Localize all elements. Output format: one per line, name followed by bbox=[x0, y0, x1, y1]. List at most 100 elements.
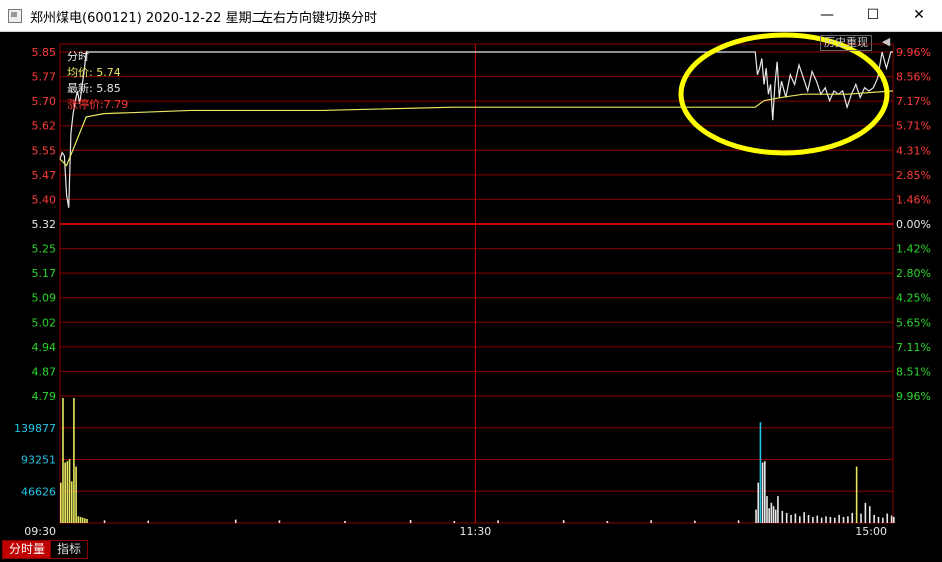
maximize-button[interactable]: ☐ bbox=[850, 0, 896, 31]
volume-bar bbox=[84, 518, 86, 523]
volume-bar bbox=[66, 461, 69, 523]
pct-tick-label: 4.31% bbox=[896, 144, 931, 157]
volume-bar bbox=[562, 520, 565, 523]
price-tick-label: 5.77 bbox=[32, 71, 57, 84]
volume-bar bbox=[798, 516, 801, 523]
volume-bar bbox=[759, 422, 762, 523]
volume-bar bbox=[820, 517, 823, 523]
volume-bar bbox=[70, 481, 73, 523]
price-line bbox=[59, 51, 893, 208]
time-label: 11:30 bbox=[460, 525, 492, 538]
pct-tick-label: 7.11% bbox=[896, 341, 931, 354]
app-icon bbox=[8, 9, 22, 23]
price-tick-label: 5.40 bbox=[32, 193, 57, 206]
volume-bar bbox=[234, 519, 237, 523]
volume-bar bbox=[737, 520, 740, 523]
price-tick-label: 5.32 bbox=[32, 218, 57, 231]
pct-tick-label: 8.56% bbox=[896, 71, 931, 84]
volume-bar bbox=[781, 510, 784, 523]
volume-bar bbox=[766, 496, 768, 523]
volume-bar bbox=[344, 520, 346, 523]
volume-bar bbox=[873, 514, 875, 523]
price-legend: 分时 均价: 5.74 最新: 5.85 涨停价:7.79 bbox=[60, 35, 128, 112]
pct-tick-label: 1.42% bbox=[896, 243, 931, 256]
volume-bar bbox=[807, 514, 810, 523]
price-tick-label: 5.55 bbox=[32, 144, 57, 157]
pct-tick-label: 7.17% bbox=[896, 95, 931, 108]
volume-bar bbox=[73, 398, 75, 523]
volume-bar bbox=[794, 513, 797, 523]
pct-tick-label: 9.96% bbox=[896, 390, 931, 403]
pct-tick-label: 2.80% bbox=[896, 267, 931, 280]
time-label: 15:00 bbox=[855, 525, 887, 538]
volume-bar bbox=[650, 520, 652, 523]
volume-bar bbox=[838, 514, 840, 523]
legend-latest-price: 最新: 5.85 bbox=[67, 82, 121, 95]
history-replay-button[interactable]: 历史重现 bbox=[820, 35, 872, 51]
title-bar: 郑州煤电(600121) 2020-12-22 星期二 左右方向键切换分时 — … bbox=[0, 0, 942, 32]
volume-bar bbox=[761, 462, 764, 523]
pct-tick-label: 8.51% bbox=[896, 365, 931, 378]
volume-bar bbox=[81, 517, 84, 523]
volume-bar bbox=[757, 482, 760, 523]
volume-bar bbox=[886, 513, 889, 523]
window-title: 郑州煤电(600121) 2020-12-22 星期二 bbox=[30, 11, 265, 26]
volume-bar bbox=[77, 516, 80, 523]
legend-limit-price: 涨停价:7.79 bbox=[67, 98, 129, 111]
pct-tick-label: 5.71% bbox=[896, 120, 931, 133]
back-arrow-icon[interactable]: ◀ bbox=[878, 34, 894, 50]
volume-bar bbox=[833, 517, 836, 523]
volume-bar bbox=[409, 519, 412, 523]
volume-bar bbox=[497, 520, 499, 523]
price-tick-label: 5.62 bbox=[32, 120, 57, 133]
chart-border bbox=[59, 43, 894, 524]
volume-bar bbox=[829, 516, 832, 523]
volume-bar bbox=[68, 459, 71, 523]
volume-bar bbox=[768, 508, 770, 523]
pct-tick-label: 5.65% bbox=[896, 316, 931, 329]
volume-bar bbox=[770, 502, 773, 523]
price-tick-label: 5.70 bbox=[32, 95, 57, 108]
price-tick-label: 5.02 bbox=[32, 316, 57, 329]
volume-bar bbox=[453, 520, 456, 523]
volume-bar bbox=[772, 506, 775, 523]
pct-tick-label: 4.25% bbox=[896, 292, 931, 305]
pct-tick-label: 1.46% bbox=[896, 193, 931, 206]
price-tick-label: 4.94 bbox=[32, 341, 57, 354]
volume-tick-label: 139877 bbox=[14, 422, 56, 435]
volume-bar bbox=[790, 514, 792, 523]
volume-bar bbox=[694, 520, 696, 523]
window-hint: 左右方向键切换分时 bbox=[260, 11, 378, 26]
price-tick-label: 5.85 bbox=[32, 46, 57, 59]
volume-bar bbox=[764, 461, 766, 523]
pct-tick-label: 0.00% bbox=[896, 218, 931, 231]
volume-bar bbox=[868, 506, 871, 523]
time-label: 09:30 bbox=[24, 525, 56, 538]
pct-tick-label: 2.85% bbox=[896, 169, 931, 182]
tab-indicator[interactable]: 指标 bbox=[50, 540, 89, 559]
volume-bar bbox=[755, 509, 757, 523]
intraday-chart[interactable]: 5.85 5.77 5.70 5.62 5.55 5.47 5.40 5.32 5.25 5.17… bbox=[0, 32, 942, 558]
volume-bar bbox=[785, 512, 788, 523]
close-button[interactable]: ✕ bbox=[896, 0, 942, 31]
volume-bar bbox=[842, 516, 845, 523]
volume-bar bbox=[62, 398, 64, 523]
volume-bar bbox=[890, 515, 893, 523]
volume-bar bbox=[812, 516, 814, 523]
volume-tick-label: 46626 bbox=[21, 485, 56, 498]
minimize-button[interactable]: — bbox=[804, 0, 850, 31]
volume-bar bbox=[851, 512, 854, 523]
volume-tick-label: 93251 bbox=[21, 454, 56, 467]
pct-tick-label: 9.96% bbox=[896, 46, 931, 59]
volume-bar bbox=[777, 496, 779, 523]
volume-bar bbox=[103, 520, 106, 523]
price-tick-label: 5.09 bbox=[32, 292, 57, 305]
price-tick-label: 5.47 bbox=[32, 169, 57, 182]
volume-bar bbox=[877, 516, 880, 523]
volume-bar bbox=[860, 513, 862, 523]
price-tick-label: 5.17 bbox=[32, 267, 57, 280]
price-tick-label: 4.87 bbox=[32, 365, 57, 378]
volume-bar bbox=[86, 518, 88, 523]
tab-volume[interactable]: 分时量 bbox=[2, 540, 53, 559]
price-tick-label: 5.25 bbox=[32, 243, 57, 256]
